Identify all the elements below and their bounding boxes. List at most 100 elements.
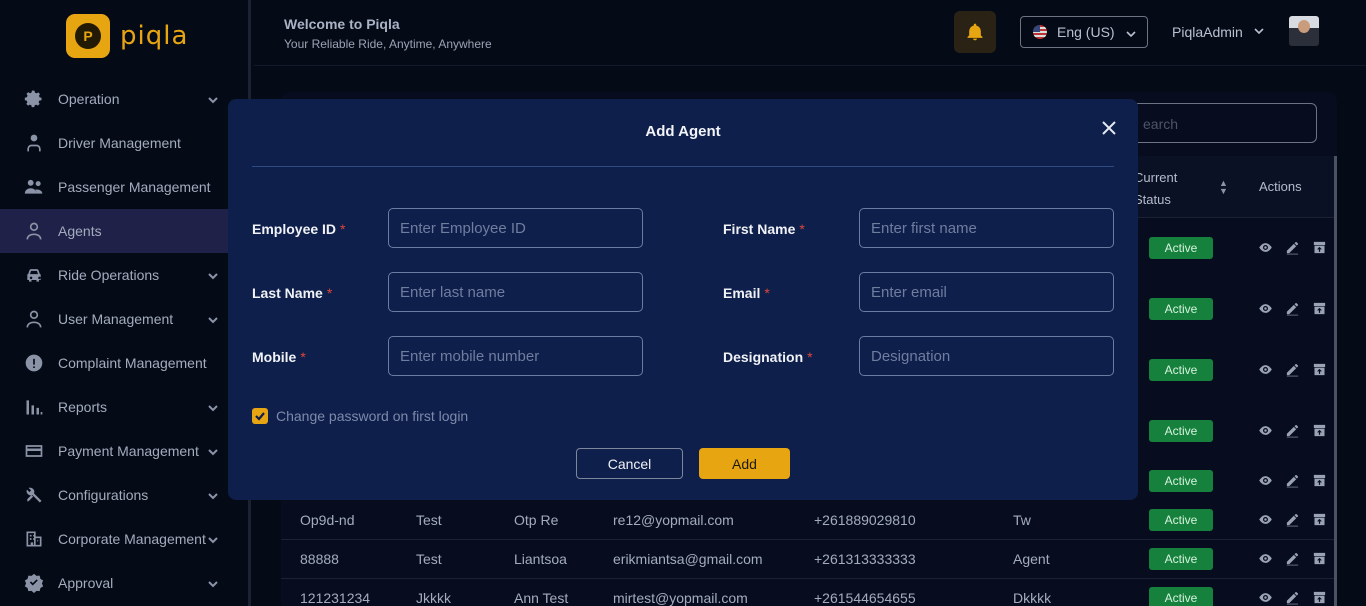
sidebar-item-label: Operation bbox=[58, 91, 120, 107]
mobile-label: Mobile * bbox=[252, 349, 306, 365]
first-name-label-text: First Name bbox=[723, 221, 796, 237]
sidebar-nav: Operation Driver Management Passenger Mana… bbox=[0, 77, 251, 605]
sort-icon[interactable]: ▲ ▼ bbox=[1219, 179, 1228, 196]
edit-icon[interactable] bbox=[1285, 240, 1300, 255]
language-select[interactable]: Eng (US) bbox=[1020, 16, 1148, 48]
archive-icon[interactable] bbox=[1312, 512, 1327, 527]
view-icon[interactable] bbox=[1258, 423, 1273, 438]
chevron-down-icon[interactable] bbox=[207, 533, 219, 545]
column-header-status-line2: Status bbox=[1134, 192, 1171, 207]
edit-icon[interactable] bbox=[1285, 473, 1300, 488]
designation-label: Designation * bbox=[723, 349, 813, 365]
change-password-label[interactable]: Change password on first login bbox=[276, 408, 468, 424]
sidebar-item-driver-management[interactable]: Driver Management bbox=[0, 121, 251, 165]
sidebar-item-agents[interactable]: Agents bbox=[0, 209, 251, 253]
chevron-down-icon[interactable] bbox=[207, 577, 219, 589]
view-icon[interactable] bbox=[1258, 240, 1273, 255]
notification-button[interactable] bbox=[954, 11, 996, 53]
modal-title: Add Agent bbox=[645, 123, 721, 140]
cancel-button[interactable]: Cancel bbox=[576, 448, 683, 479]
cell-designation: Dkkkk bbox=[1013, 590, 1052, 606]
status-badge: Active bbox=[1149, 420, 1213, 442]
sidebar: P piqla Operation Driver Management Passen… bbox=[0, 0, 251, 606]
view-icon[interactable] bbox=[1258, 301, 1273, 316]
cell-mobile: +261313333333 bbox=[814, 551, 916, 567]
chevron-down-icon[interactable] bbox=[207, 445, 219, 457]
building-icon bbox=[24, 529, 44, 549]
sidebar-item-passenger-management[interactable]: Passenger Management bbox=[0, 165, 251, 209]
first-name-field[interactable] bbox=[859, 208, 1114, 248]
sidebar-item-label: Complaint Management bbox=[58, 355, 207, 371]
sidebar-item-reports[interactable]: Reports bbox=[0, 385, 251, 429]
column-header-status-line1: Current bbox=[1134, 170, 1178, 185]
user-icon bbox=[24, 221, 44, 241]
edit-icon[interactable] bbox=[1285, 362, 1300, 377]
sidebar-item-ride-operations[interactable]: Ride Operations bbox=[0, 253, 251, 297]
alert-icon bbox=[24, 353, 44, 373]
archive-icon[interactable] bbox=[1312, 240, 1327, 255]
close-button[interactable] bbox=[1100, 119, 1118, 137]
sidebar-item-complaint-management[interactable]: Complaint Management bbox=[0, 341, 251, 385]
mobile-field[interactable] bbox=[388, 336, 643, 376]
welcome-block: Welcome to Piqla Your Reliable Ride, Any… bbox=[284, 16, 492, 51]
search-input[interactable]: earch bbox=[1120, 103, 1317, 143]
add-button[interactable]: Add bbox=[699, 448, 790, 479]
sidebar-item-operation[interactable]: Operation bbox=[0, 77, 251, 121]
sidebar-item-user-management[interactable]: User Management bbox=[0, 297, 251, 341]
cell-id: 88888 bbox=[300, 551, 339, 567]
cell-first: Test bbox=[416, 551, 442, 567]
view-icon[interactable] bbox=[1258, 362, 1273, 377]
chevron-down-icon[interactable] bbox=[207, 313, 219, 325]
sidebar-item-configurations[interactable]: Configurations bbox=[0, 473, 251, 517]
view-icon[interactable] bbox=[1258, 590, 1273, 605]
user-menu[interactable]: PiqlaAdmin bbox=[1172, 24, 1265, 40]
view-icon[interactable] bbox=[1258, 551, 1273, 566]
column-header-actions: Actions bbox=[1259, 179, 1302, 194]
view-icon[interactable] bbox=[1258, 473, 1273, 488]
employee-id-field[interactable] bbox=[388, 208, 643, 248]
edit-icon[interactable] bbox=[1285, 551, 1300, 566]
cell-last: Liantsoa bbox=[514, 551, 567, 567]
archive-icon[interactable] bbox=[1312, 551, 1327, 566]
logo[interactable]: P piqla bbox=[66, 14, 188, 58]
sidebar-item-payment-management[interactable]: Payment Management bbox=[0, 429, 251, 473]
first-name-label: First Name * bbox=[723, 221, 805, 237]
chevron-down-icon[interactable] bbox=[207, 269, 219, 281]
cell-last: Otp Re bbox=[514, 512, 559, 528]
sidebar-item-label: Passenger Management bbox=[58, 179, 211, 195]
archive-icon[interactable] bbox=[1312, 423, 1327, 438]
required-mark: * bbox=[799, 221, 805, 237]
close-icon bbox=[1102, 121, 1116, 135]
logo-mark: P bbox=[75, 23, 101, 49]
archive-icon[interactable] bbox=[1312, 362, 1327, 377]
bell-icon bbox=[967, 23, 983, 41]
email-field[interactable] bbox=[859, 272, 1114, 312]
edit-icon[interactable] bbox=[1285, 301, 1300, 316]
cell-email: mirtest@yopmail.com bbox=[613, 590, 748, 606]
edit-icon[interactable] bbox=[1285, 512, 1300, 527]
us-flag-icon bbox=[1033, 25, 1047, 39]
bar-chart-icon bbox=[24, 397, 44, 417]
chevron-down-icon[interactable] bbox=[207, 93, 219, 105]
sidebar-item-approval[interactable]: Approval bbox=[0, 561, 251, 605]
archive-icon[interactable] bbox=[1312, 473, 1327, 488]
edit-icon[interactable] bbox=[1285, 423, 1300, 438]
last-name-field[interactable] bbox=[388, 272, 643, 312]
chevron-down-icon bbox=[1253, 24, 1265, 40]
edit-icon[interactable] bbox=[1285, 590, 1300, 605]
change-password-checkbox[interactable] bbox=[252, 408, 268, 424]
scrollbar[interactable] bbox=[1334, 156, 1337, 606]
chevron-down-icon[interactable] bbox=[207, 401, 219, 413]
chevron-down-icon[interactable] bbox=[207, 489, 219, 501]
row-actions bbox=[1258, 240, 1327, 255]
column-header-status[interactable]: Current Status bbox=[1134, 167, 1177, 211]
cell-email: erikmiantsa@gmail.com bbox=[613, 551, 763, 567]
sidebar-item-corporate-management[interactable]: Corporate Management bbox=[0, 517, 251, 561]
avatar[interactable] bbox=[1289, 16, 1319, 46]
view-icon[interactable] bbox=[1258, 512, 1273, 527]
row-actions bbox=[1258, 301, 1327, 316]
archive-icon[interactable] bbox=[1312, 301, 1327, 316]
archive-icon[interactable] bbox=[1312, 590, 1327, 605]
logo-text: piqla bbox=[120, 21, 189, 51]
designation-field[interactable] bbox=[859, 336, 1114, 376]
